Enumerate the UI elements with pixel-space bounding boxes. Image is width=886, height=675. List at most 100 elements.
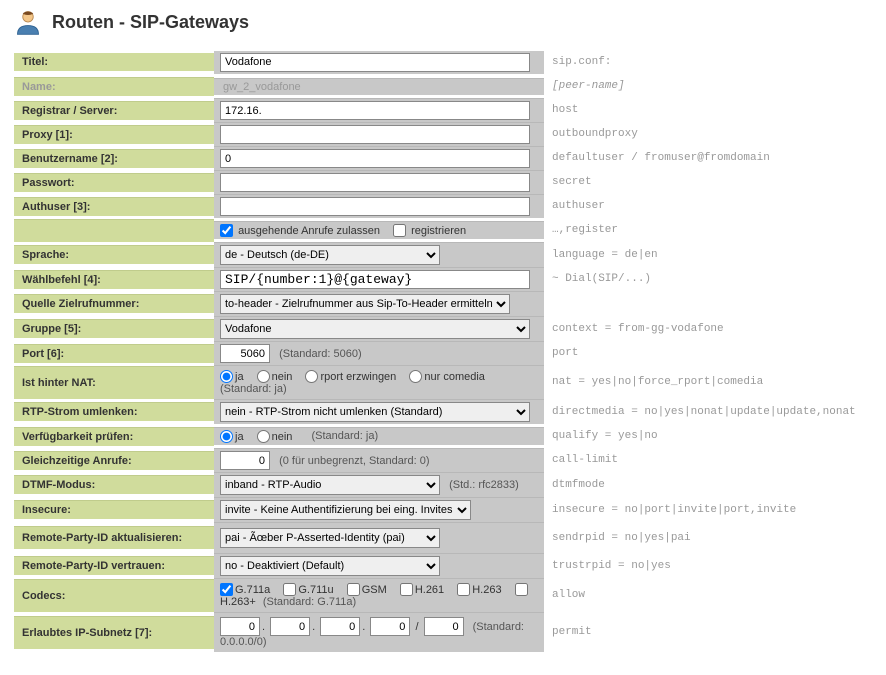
authuser-input[interactable] bbox=[220, 197, 530, 216]
dial-input[interactable] bbox=[220, 270, 530, 289]
hint-user: defaultuser / fromuser@fromdomain bbox=[544, 149, 872, 167]
qualify-ja-label: ja bbox=[235, 431, 244, 443]
hint-rpid-trust: trustrpid = no|yes bbox=[544, 557, 872, 575]
user-input[interactable] bbox=[220, 149, 530, 168]
label-qualify: Verfügbarkeit prüfen: bbox=[14, 427, 214, 446]
subnet-c-input[interactable] bbox=[320, 617, 360, 636]
nat-rport-radio[interactable] bbox=[305, 370, 318, 383]
nat-rport-label: rport erzwingen bbox=[320, 371, 396, 383]
codecs-note: (Standard: G.711a) bbox=[263, 596, 356, 608]
rtp-select[interactable]: nein - RTP-Strom nicht umlenken (Standar… bbox=[220, 402, 530, 422]
hint-password: secret bbox=[544, 173, 872, 191]
codec-g711a-checkbox[interactable] bbox=[220, 583, 233, 596]
user-icon bbox=[14, 8, 42, 36]
dtmf-note: (Std.: rfc2833) bbox=[449, 479, 519, 491]
hint-title: sip.conf: bbox=[544, 53, 872, 71]
subnet-mask-input[interactable] bbox=[424, 617, 464, 636]
hint-port: port bbox=[544, 344, 872, 362]
hint-subnet: permit bbox=[544, 623, 872, 641]
label-subnet: Erlaubtes IP-Subnetz [7]: bbox=[14, 616, 214, 649]
registrar-input[interactable] bbox=[220, 101, 530, 120]
qualify-note: (Standard: ja) bbox=[311, 430, 378, 442]
name-value: gw_2_vodafone bbox=[220, 79, 304, 95]
allow-outgoing-label: ausgehende Anrufe zulassen bbox=[238, 225, 380, 237]
codec-h263-label: H.263 bbox=[472, 584, 501, 596]
label-user: Benutzername [2]: bbox=[14, 149, 214, 168]
subnet-d-input[interactable] bbox=[370, 617, 410, 636]
hint-name: [peer-name] bbox=[544, 77, 872, 95]
nat-ja-radio[interactable] bbox=[220, 370, 233, 383]
register-label: registrieren bbox=[411, 225, 466, 237]
label-dial: Wählbefehl [4]: bbox=[14, 270, 214, 289]
title-input[interactable] bbox=[220, 53, 530, 72]
nat-comedia-radio[interactable] bbox=[409, 370, 422, 383]
codec-h261-checkbox[interactable] bbox=[400, 583, 413, 596]
hint-dtmf: dtmfmode bbox=[544, 476, 872, 494]
label-password: Passwort: bbox=[14, 173, 214, 192]
label-source: Quelle Zielrufnummer: bbox=[14, 294, 214, 313]
codec-h263p-checkbox[interactable] bbox=[515, 583, 528, 596]
label-empty-1 bbox=[14, 219, 214, 242]
label-title: Titel: bbox=[14, 53, 214, 71]
port-input[interactable] bbox=[220, 344, 270, 363]
qualify-nein-label: nein bbox=[272, 431, 293, 443]
codec-gsm-label: GSM bbox=[362, 584, 387, 596]
calllimit-input[interactable] bbox=[220, 451, 270, 470]
dtmf-select[interactable]: inband - RTP-Audio bbox=[220, 475, 440, 495]
label-nat: Ist hinter NAT: bbox=[14, 366, 214, 399]
codec-h263p-label: H.263+ bbox=[220, 596, 256, 608]
allow-outgoing-checkbox[interactable] bbox=[220, 224, 233, 237]
subnet-a-input[interactable] bbox=[220, 617, 260, 636]
nat-nein-radio[interactable] bbox=[257, 370, 270, 383]
label-group: Gruppe [5]: bbox=[14, 319, 214, 338]
hint-register: …,register bbox=[544, 221, 872, 239]
form: Titel: sip.conf: Name: gw_2_vodafone [pe… bbox=[14, 50, 872, 652]
lang-select[interactable]: de - Deutsch (de-DE) bbox=[220, 245, 440, 265]
group-select[interactable]: Vodafone bbox=[220, 319, 530, 339]
label-proxy: Proxy [1]: bbox=[14, 125, 214, 144]
hint-lang: language = de|en bbox=[544, 246, 872, 264]
source-select[interactable]: to-header - Zielrufnummer aus Sip-To-Hea… bbox=[220, 294, 510, 314]
qualify-ja-radio[interactable] bbox=[220, 430, 233, 443]
nat-comedia-label: nur comedia bbox=[424, 371, 485, 383]
hint-proxy: outboundproxy bbox=[544, 125, 872, 143]
label-name: Name: bbox=[14, 77, 214, 96]
calllimit-note: (0 für unbegrenzt, Standard: 0) bbox=[279, 455, 429, 467]
nat-nein-label: nein bbox=[272, 371, 293, 383]
password-input[interactable] bbox=[220, 173, 530, 192]
label-registrar: Registrar / Server: bbox=[14, 101, 214, 120]
subnet-b-input[interactable] bbox=[270, 617, 310, 636]
hint-group: context = from-gg-vodafone bbox=[544, 320, 872, 338]
label-insecure: Insecure: bbox=[14, 500, 214, 519]
rpid-trust-select[interactable]: no - Deaktiviert (Default) bbox=[220, 556, 440, 576]
label-codecs: Codecs: bbox=[14, 579, 214, 612]
hint-authuser: authuser bbox=[544, 197, 872, 215]
hint-insecure: insecure = no|port|invite|port,invite bbox=[544, 501, 872, 519]
rpid-update-select[interactable]: pai - Ãœber P-Asserted-Identity (pai) bbox=[220, 528, 440, 548]
page-title: Routen - SIP-Gateways bbox=[52, 12, 249, 33]
codec-h261-label: H.261 bbox=[415, 584, 444, 596]
codec-g711u-label: G.711u bbox=[298, 584, 333, 596]
label-lang: Sprache: bbox=[14, 245, 214, 264]
codec-g711a-label: G.711a bbox=[235, 584, 270, 596]
hint-codecs: allow bbox=[544, 586, 872, 604]
hint-dial: ~ Dial(SIP/...) bbox=[544, 270, 872, 288]
label-dtmf: DTMF-Modus: bbox=[14, 475, 214, 494]
hint-registrar: host bbox=[544, 101, 872, 119]
page-header: Routen - SIP-Gateways bbox=[0, 0, 886, 50]
hint-rpid-update: sendrpid = no|yes|pai bbox=[544, 529, 872, 547]
register-checkbox[interactable] bbox=[393, 224, 406, 237]
codec-g711u-checkbox[interactable] bbox=[283, 583, 296, 596]
nat-ja-label: ja bbox=[235, 371, 244, 383]
hint-source bbox=[544, 301, 872, 307]
proxy-input[interactable] bbox=[220, 125, 530, 144]
hint-nat: nat = yes|no|force_rport|comedia bbox=[544, 373, 872, 391]
label-calllimit: Gleichzeitige Anrufe: bbox=[14, 451, 214, 470]
codec-h263-checkbox[interactable] bbox=[457, 583, 470, 596]
hint-rtp: directmedia = no|yes|nonat|update|update… bbox=[544, 403, 872, 421]
insecure-select[interactable]: invite - Keine Authentifizierung bei ein… bbox=[220, 500, 471, 520]
codec-gsm-checkbox[interactable] bbox=[347, 583, 360, 596]
label-rtp: RTP-Strom umlenken: bbox=[14, 402, 214, 421]
qualify-nein-radio[interactable] bbox=[257, 430, 270, 443]
label-rpid-update: Remote-Party-ID aktualisieren: bbox=[14, 526, 214, 549]
